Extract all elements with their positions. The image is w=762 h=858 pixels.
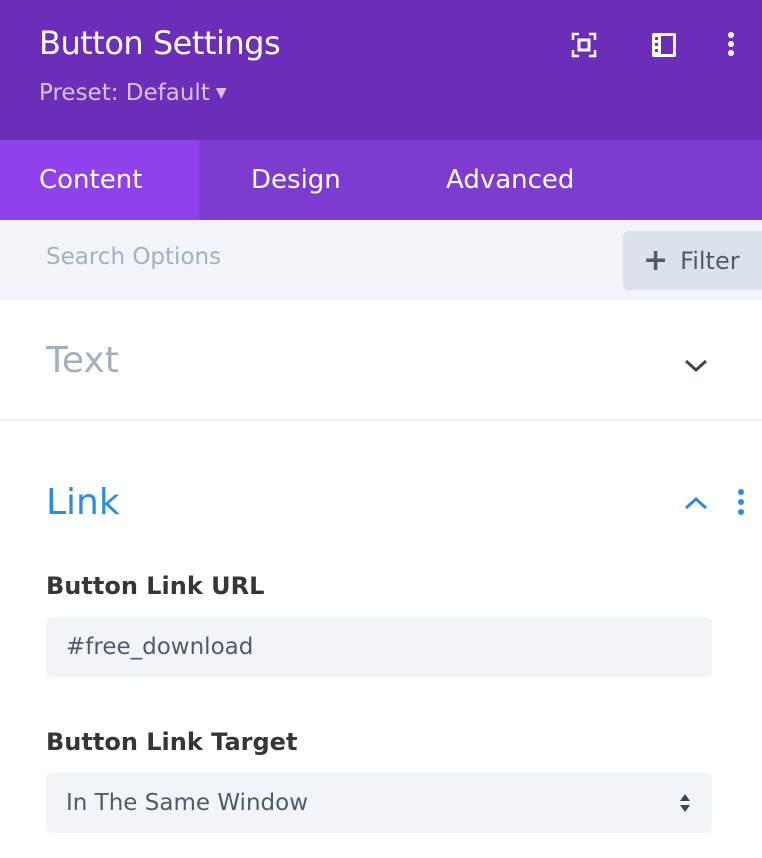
target-select[interactable]: In The Same Window xyxy=(46,773,712,833)
sidebar-layout-icon[interactable] xyxy=(649,30,679,60)
plus-icon: + xyxy=(643,243,669,278)
chevron-down-icon[interactable] xyxy=(681,350,711,380)
preset-dropdown[interactable]: Preset: Default ▼ xyxy=(39,80,227,106)
select-arrows-icon xyxy=(680,794,690,812)
target-value: In The Same Window xyxy=(66,790,309,816)
url-label: Button Link URL xyxy=(46,572,265,600)
search-input[interactable] xyxy=(46,244,546,270)
more-options-icon[interactable] xyxy=(716,30,746,60)
section-link-title[interactable]: Link xyxy=(46,482,120,523)
filter-button[interactable]: + Filter xyxy=(623,231,762,290)
settings-header: Button Settings Preset: Default ▼ xyxy=(0,0,762,140)
tab-bar: Content Design Advanced xyxy=(0,140,762,220)
url-input[interactable]: #free_download xyxy=(46,617,712,677)
page-title: Button Settings xyxy=(39,24,281,62)
section-options-icon[interactable] xyxy=(726,488,756,518)
target-label: Button Link Target xyxy=(46,728,298,756)
tab-advanced[interactable]: Advanced xyxy=(395,140,574,220)
caret-down-icon: ▼ xyxy=(215,85,227,101)
section-text[interactable]: Text xyxy=(0,300,762,421)
section-text-title: Text xyxy=(46,340,119,381)
filter-label: Filter xyxy=(680,246,740,275)
preset-label: Preset: Default xyxy=(39,80,210,106)
tab-content[interactable]: Content xyxy=(0,140,199,220)
tab-design[interactable]: Design xyxy=(199,140,395,220)
chevron-up-icon[interactable] xyxy=(681,488,711,518)
focus-icon[interactable] xyxy=(569,30,599,60)
